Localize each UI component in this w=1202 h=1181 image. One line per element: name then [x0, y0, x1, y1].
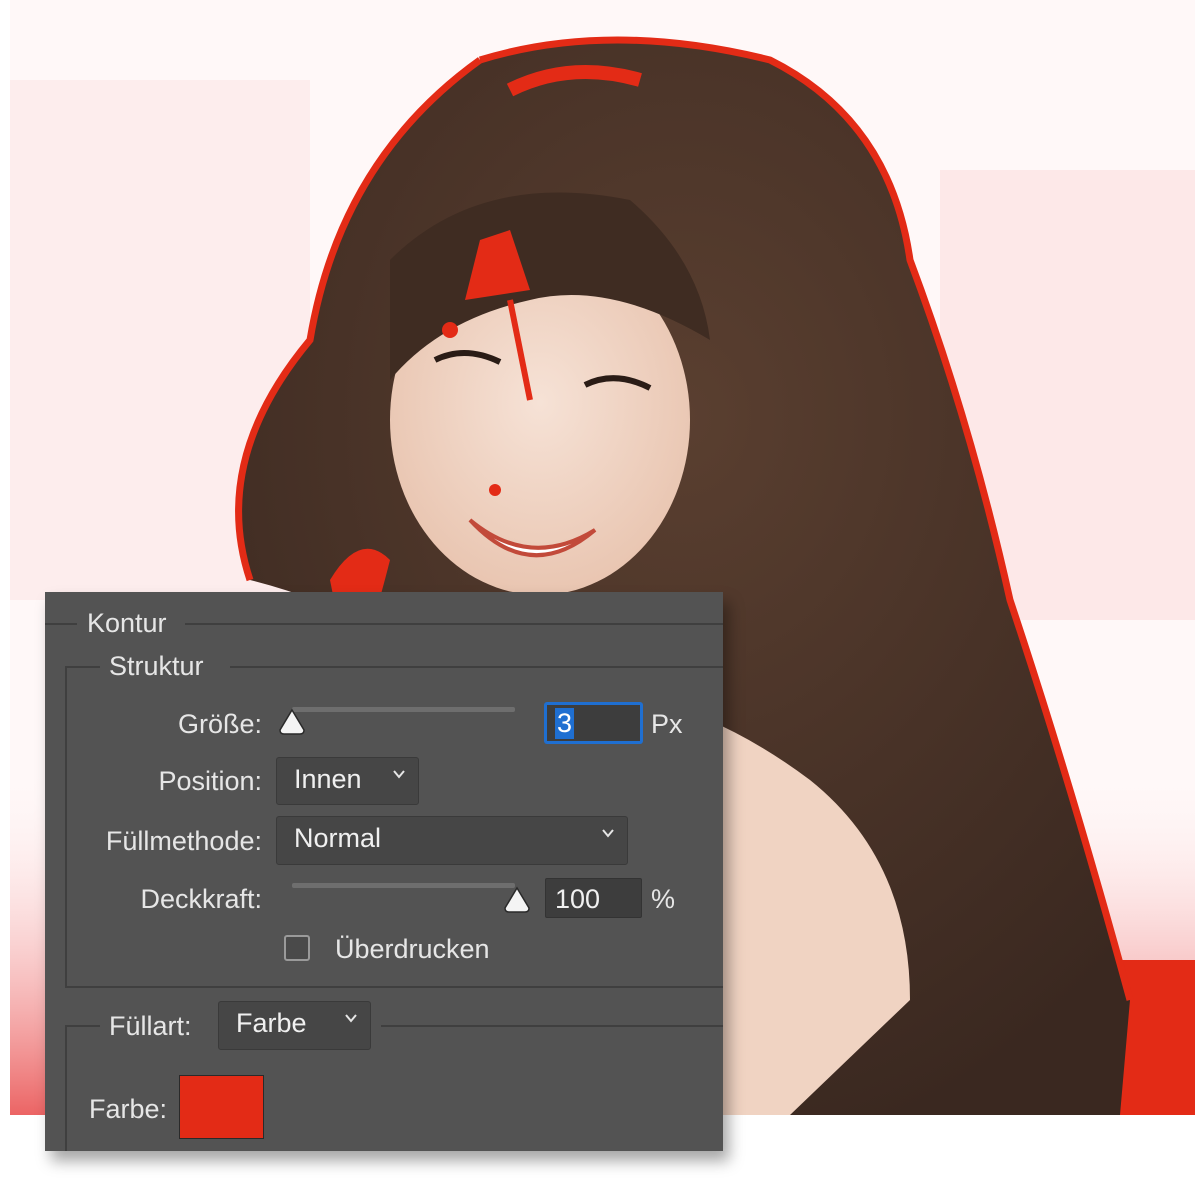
- fill-type-dropdown[interactable]: Farbe: [218, 1001, 371, 1050]
- position-value: Innen: [294, 764, 362, 794]
- chevron-down-icon: [345, 1014, 357, 1023]
- fill-frame-top-right: [381, 1025, 723, 1027]
- triangle-thumb-icon[interactable]: [503, 886, 531, 914]
- size-label: Größe:: [177, 709, 262, 739]
- chevron-down-icon: [393, 770, 405, 779]
- opacity-label: Deckkraft:: [140, 884, 262, 914]
- group-frame-top-left: [65, 666, 100, 668]
- size-unit: Px: [651, 709, 683, 739]
- fill-type-value: Farbe: [236, 1008, 307, 1038]
- fill-frame-left: [65, 1025, 67, 1151]
- size-input[interactable]: 3: [545, 703, 642, 743]
- size-slider-track[interactable]: [292, 707, 515, 712]
- blend-mode-dropdown[interactable]: Normal: [276, 816, 628, 865]
- position-label: Position:: [158, 766, 262, 796]
- overprint-label: Überdrucken: [335, 934, 490, 964]
- group-frame-bottom: [65, 986, 723, 988]
- opacity-input[interactable]: 100: [545, 878, 642, 918]
- group-frame-top-right: [230, 666, 723, 668]
- blend-mode-value: Normal: [294, 823, 382, 853]
- position-dropdown[interactable]: Innen: [276, 757, 419, 805]
- fill-type-label: Füllart:: [109, 1011, 192, 1041]
- overprint-checkbox[interactable]: [284, 935, 310, 961]
- size-input-value: 3: [555, 708, 575, 739]
- group-title: Struktur: [109, 651, 204, 681]
- fill-frame-top-left: [65, 1025, 100, 1027]
- group-frame-left: [65, 666, 67, 988]
- triangle-thumb-icon[interactable]: [278, 708, 306, 736]
- header-rule-left: [45, 623, 77, 625]
- opacity-input-value: 100: [555, 884, 601, 914]
- section-title: Kontur: [87, 608, 167, 638]
- blend-mode-label: Füllmethode:: [105, 826, 262, 856]
- color-swatch[interactable]: [179, 1075, 264, 1139]
- color-label: Farbe:: [89, 1094, 168, 1124]
- chevron-down-icon: [602, 829, 614, 838]
- header-rule-right: [185, 623, 723, 625]
- opacity-slider-track[interactable]: [292, 883, 515, 888]
- stroke-dialog: Kontur Struktur Größe: 3 Px Position: In…: [45, 592, 723, 1151]
- opacity-unit: %: [651, 884, 676, 914]
